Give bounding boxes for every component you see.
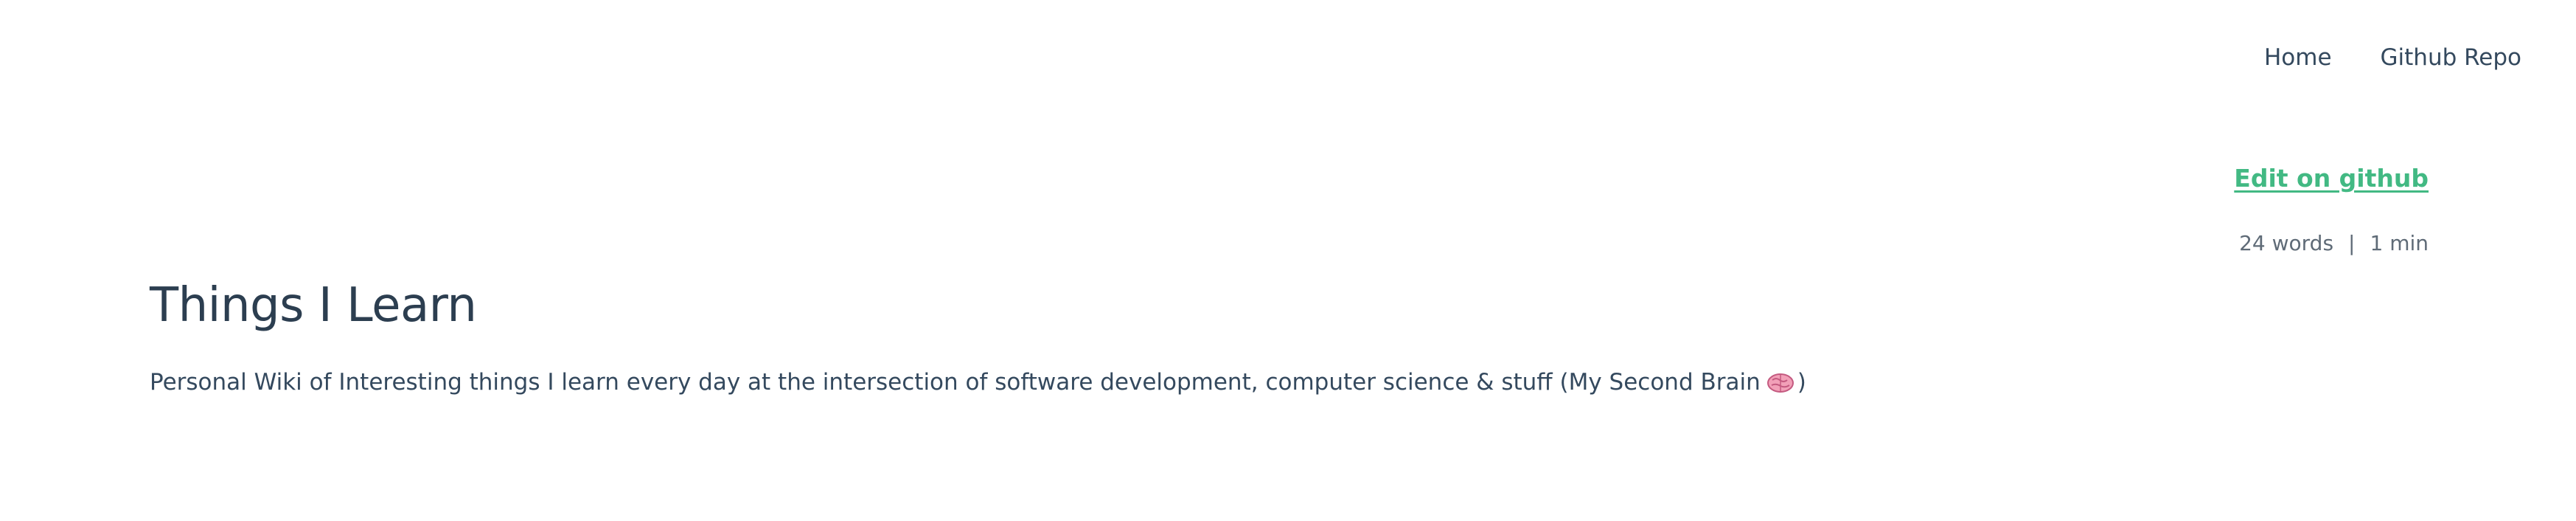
article-meta: 24 words | 1 min [2239,230,2429,257]
page: Home Github Repo Edit on github 24 words… [0,0,2576,521]
nav-link-home[interactable]: Home [2264,43,2332,72]
meta-separator: | [2348,231,2356,255]
brain-icon [1766,371,1795,393]
description-text: Personal Wiki of Interesting things I le… [150,369,1761,396]
page-description: Personal Wiki of Interesting things I le… [150,366,1806,398]
word-count: 24 words [2239,231,2334,255]
read-time: 1 min [2370,231,2429,255]
page-title: Things I Learn [150,278,477,333]
edit-on-github-link[interactable]: Edit on github [2234,162,2429,195]
description-suffix: ) [1797,369,1806,396]
top-nav: Home Github Repo [2264,43,2521,72]
nav-link-github-repo[interactable]: Github Repo [2381,43,2521,72]
